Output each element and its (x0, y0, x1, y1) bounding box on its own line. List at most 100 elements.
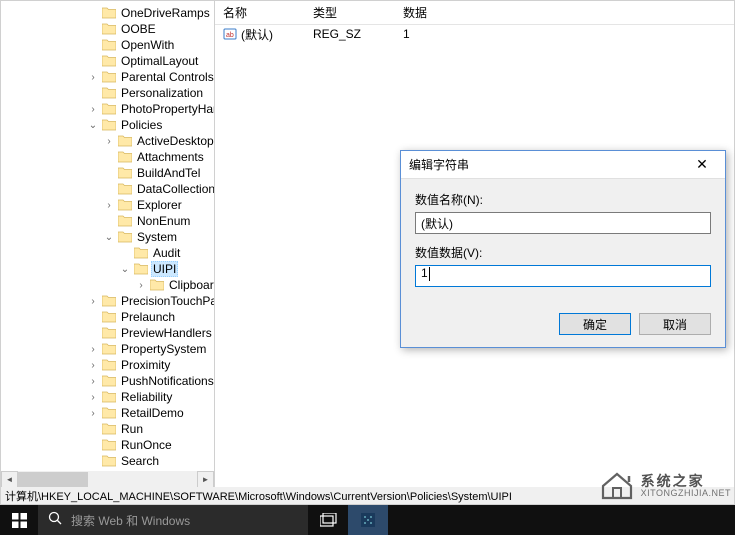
tree-expand-icon[interactable] (87, 24, 99, 35)
tree-expand-icon[interactable]: › (87, 392, 99, 403)
dialog-titlebar[interactable]: 编辑字符串 ✕ (401, 151, 725, 179)
tree-expand-icon[interactable]: › (103, 200, 115, 211)
registry-tree-panel[interactable]: OneDriveRamps OOBE OpenWith OptimalLayou… (1, 1, 215, 488)
tree-expand-icon[interactable]: › (87, 408, 99, 419)
tree-item-label: OptimalLayout (119, 54, 200, 68)
tree-expand-icon[interactable] (87, 40, 99, 51)
tree-item-proximity[interactable]: › Proximity (1, 357, 215, 373)
tree-item-label: PreviewHandlers (119, 326, 214, 340)
tree-expand-icon[interactable] (103, 168, 115, 179)
tree-item-audit[interactable]: Audit (1, 245, 215, 261)
tree-expand-icon[interactable]: ⌄ (103, 232, 115, 243)
tree-expand-icon[interactable]: ⌄ (119, 264, 131, 275)
cancel-button[interactable]: 取消 (639, 313, 711, 335)
tree-item-label: OneDriveRamps (119, 6, 212, 20)
tree-item-pushnotifications[interactable]: ›PushNotifications (1, 373, 215, 389)
scroll-right-arrow[interactable]: ► (197, 471, 214, 488)
folder-icon (117, 198, 133, 212)
tree-expand-icon[interactable] (87, 8, 99, 19)
folder-icon (117, 182, 133, 196)
folder-icon (117, 166, 133, 180)
tree-item-label: NonEnum (135, 214, 192, 228)
tree-expand-icon[interactable]: › (87, 376, 99, 387)
tree-expand-icon[interactable] (87, 440, 99, 451)
list-header: 名称 类型 数据 (215, 1, 734, 25)
tree-item-personalization[interactable]: Personalization (1, 85, 215, 101)
tree-expand-icon[interactable]: › (87, 104, 99, 115)
tree-horizontal-scrollbar[interactable]: ◄ ► (1, 471, 214, 488)
tree-item-label: Proximity (119, 358, 172, 372)
folder-icon (101, 22, 117, 36)
taskbar-search-box[interactable]: 搜索 Web 和 Windows (38, 505, 308, 535)
tree-item-label: Explorer (135, 198, 184, 212)
tree-item-label: Attachments (135, 150, 206, 164)
tree-item-label: Parental Controls (119, 70, 215, 84)
scroll-left-arrow[interactable]: ◄ (1, 471, 18, 488)
tree-item-label: BuildAndTel (135, 166, 202, 180)
column-header-name[interactable]: 名称 (215, 4, 305, 21)
tree-expand-icon[interactable]: › (87, 360, 99, 371)
tree-item-prelaunch[interactable]: Prelaunch (1, 309, 215, 325)
tree-item-oobe[interactable]: OOBE (1, 21, 215, 37)
value-data-label: 数值数据(V): (415, 244, 711, 261)
column-header-type[interactable]: 类型 (305, 4, 395, 21)
list-row[interactable]: ab (默认) REG_SZ 1 (215, 25, 734, 43)
folder-icon (101, 342, 117, 356)
ok-button[interactable]: 确定 (559, 313, 631, 335)
tree-item-datacollection[interactable]: DataCollection (1, 181, 215, 197)
tree-item-parental-controls[interactable]: › Parental Controls (1, 69, 215, 85)
tree-item-propertysystem[interactable]: ›PropertySystem (1, 341, 215, 357)
tree-item-previewhandlers[interactable]: PreviewHandlers (1, 325, 215, 341)
tree-item-clipboard[interactable]: ›Clipboard (1, 277, 215, 293)
tree-expand-icon[interactable] (103, 216, 115, 227)
tree-item-nonenum[interactable]: NonEnum (1, 213, 215, 229)
tree-item-photopropertyhandler[interactable]: ›PhotoPropertyHandler (1, 101, 215, 117)
tree-item-search[interactable]: Search (1, 453, 215, 469)
tree-expand-icon[interactable] (103, 152, 115, 163)
tree-item-activedesktop[interactable]: ›ActiveDesktop (1, 133, 215, 149)
tree-item-label: UIPI (151, 261, 178, 277)
scroll-track[interactable] (18, 471, 197, 488)
tree-item-precisiontouchpad[interactable]: ›PrecisionTouchPad (1, 293, 215, 309)
folder-icon (101, 118, 117, 132)
scroll-thumb[interactable] (18, 472, 88, 487)
tree-expand-icon[interactable]: › (87, 344, 99, 355)
tree-item-system[interactable]: ⌄System (1, 229, 215, 245)
start-button[interactable] (0, 505, 38, 535)
task-view-button[interactable] (308, 505, 348, 535)
tree-expand-icon[interactable] (87, 424, 99, 435)
tree-item-run[interactable]: Run (1, 421, 215, 437)
folder-icon (101, 438, 117, 452)
tree-item-explorer[interactable]: › Explorer (1, 197, 215, 213)
tree-item-policies[interactable]: ⌄Policies (1, 117, 215, 133)
tree-expand-icon[interactable] (87, 328, 99, 339)
folder-icon (101, 70, 117, 84)
tree-expand-icon[interactable]: › (103, 136, 115, 147)
tree-item-openwith[interactable]: OpenWith (1, 37, 215, 53)
tree-expand-icon[interactable]: › (135, 280, 147, 291)
column-header-data[interactable]: 数据 (395, 4, 734, 21)
tree-expand-icon[interactable] (103, 184, 115, 195)
tree-expand-icon[interactable] (119, 248, 131, 259)
tree-expand-icon[interactable] (87, 88, 99, 99)
dialog-close-button[interactable]: ✕ (687, 154, 717, 176)
tree-expand-icon[interactable] (87, 56, 99, 67)
value-name-input[interactable] (415, 212, 711, 234)
tree-item-buildandtel[interactable]: BuildAndTel (1, 165, 215, 181)
tree-item-runonce[interactable]: RunOnce (1, 437, 215, 453)
taskbar-app-regedit[interactable] (348, 505, 388, 535)
tree-expand-icon[interactable]: › (87, 296, 99, 307)
tree-item-onedriveramps[interactable]: OneDriveRamps (1, 5, 215, 21)
tree-item-retaildemo[interactable]: ›RetailDemo (1, 405, 215, 421)
dialog-title-text: 编辑字符串 (409, 156, 687, 173)
tree-expand-icon[interactable]: › (87, 72, 99, 83)
tree-expand-icon[interactable]: ⌄ (87, 120, 99, 131)
tree-expand-icon[interactable] (87, 312, 99, 323)
value-data-input[interactable]: 1 (415, 265, 711, 287)
tree-item-reliability[interactable]: ›Reliability (1, 389, 215, 405)
tree-item-label: RunOnce (119, 438, 174, 452)
tree-item-attachments[interactable]: Attachments (1, 149, 215, 165)
tree-expand-icon[interactable] (87, 456, 99, 467)
tree-item-optimallayout[interactable]: OptimalLayout (1, 53, 215, 69)
tree-item-uipi[interactable]: ⌄ UIPI (1, 261, 215, 277)
